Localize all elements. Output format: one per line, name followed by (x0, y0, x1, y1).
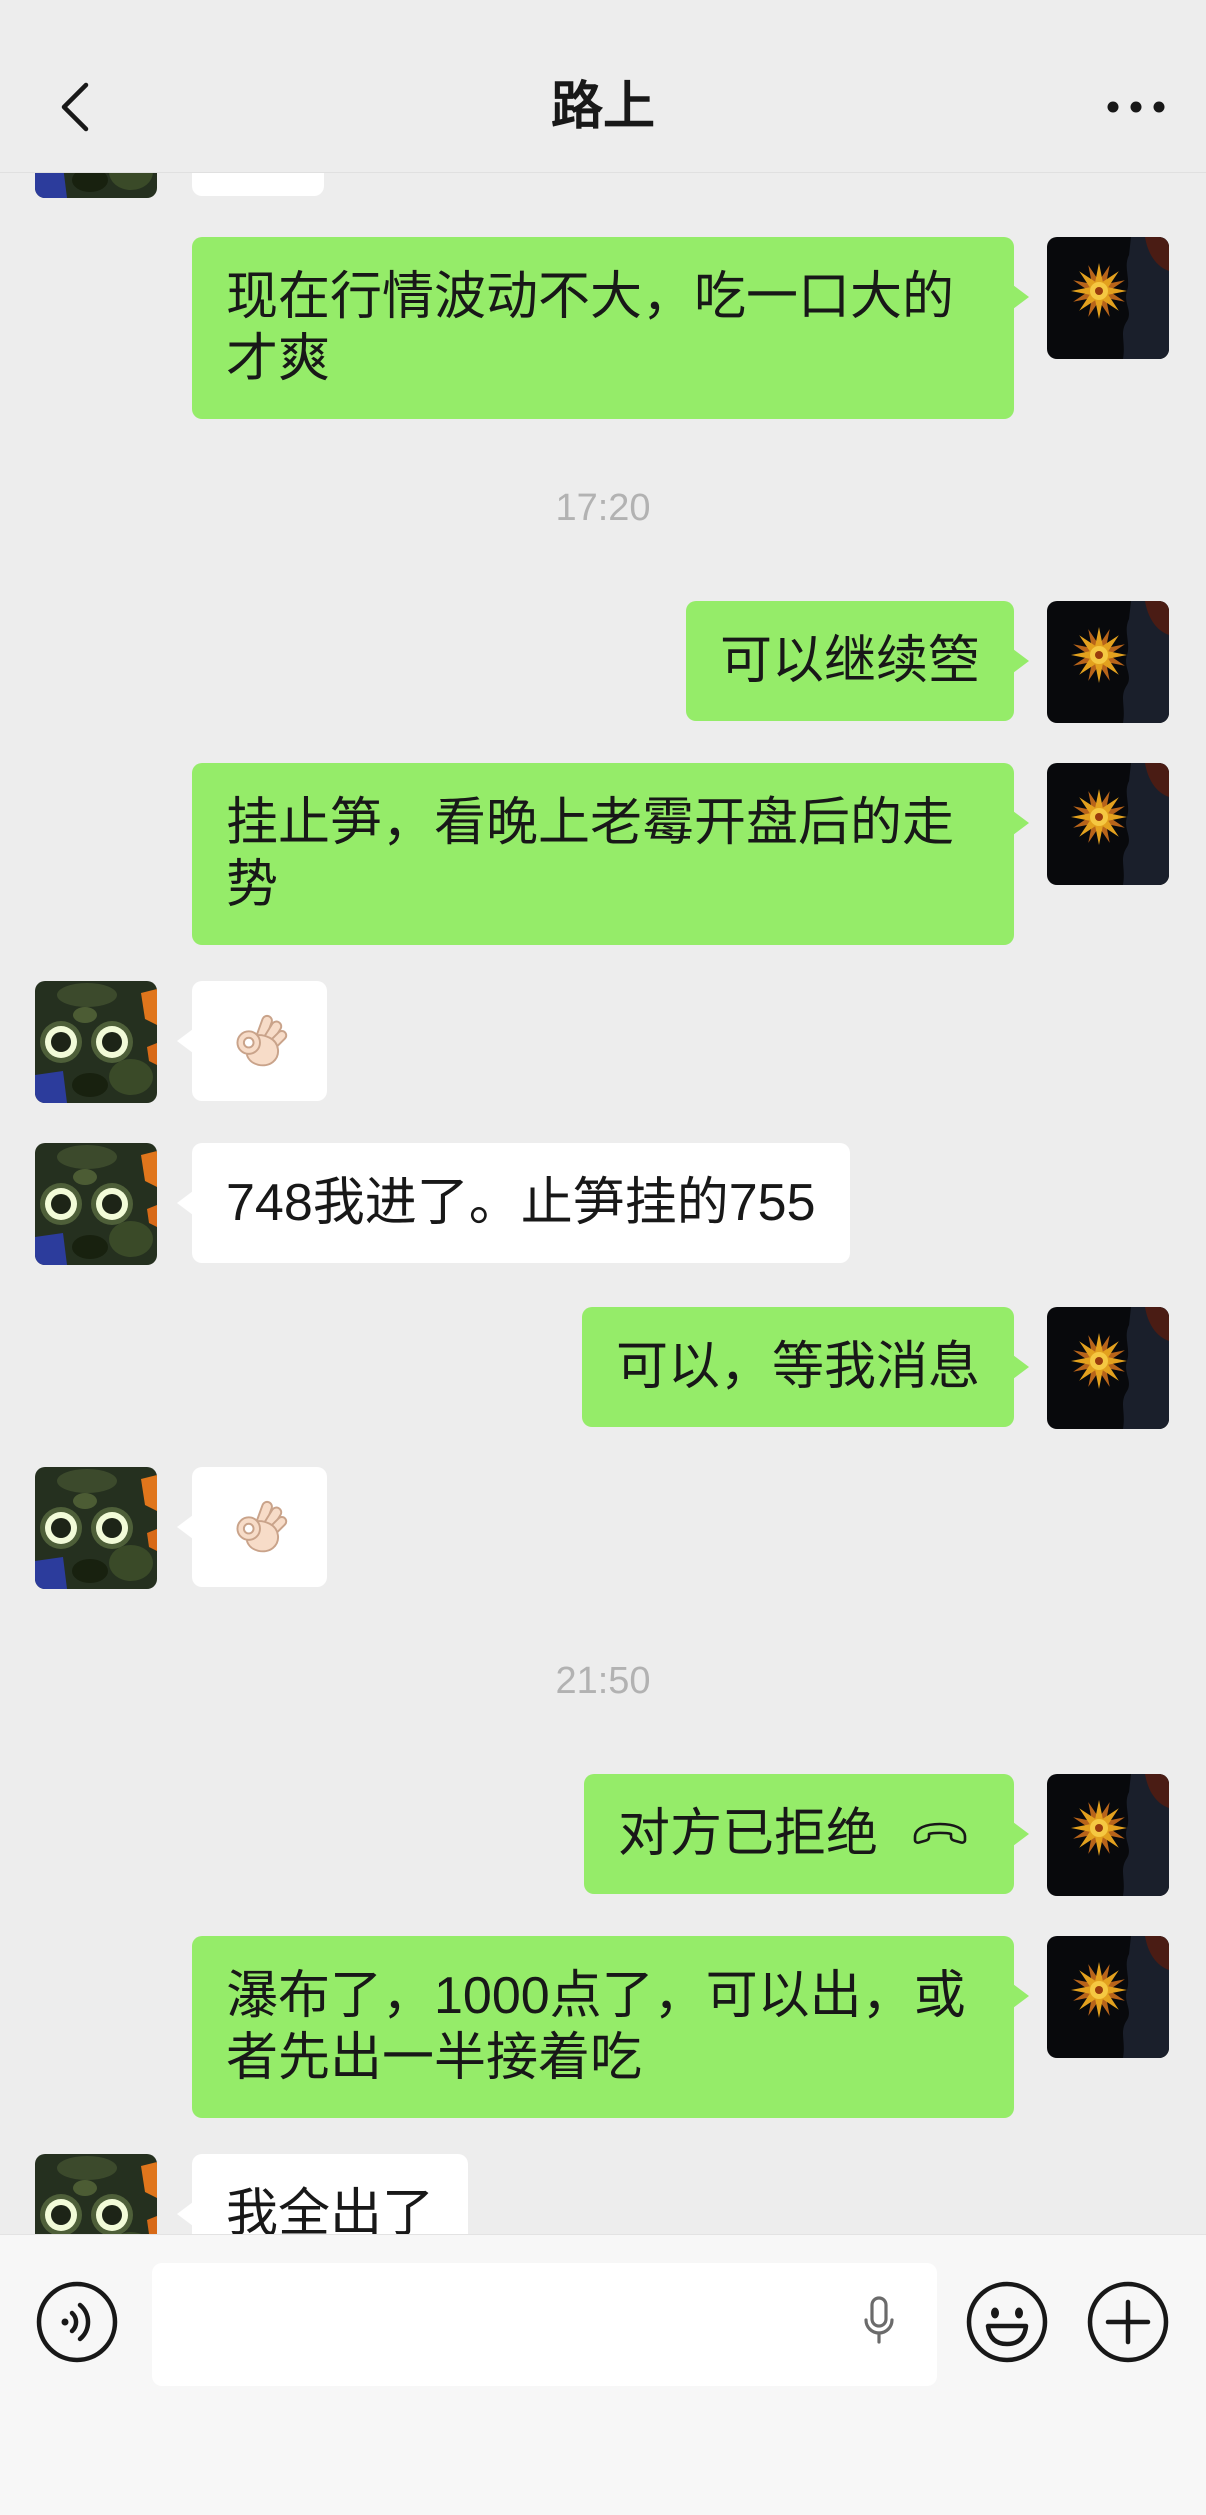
phone-hangup-icon (910, 1819, 970, 1849)
message-text: 现在行情波动不大，吃一口大的才爽 (226, 268, 955, 388)
my-avatar[interactable] (1047, 237, 1169, 359)
input-bar (0, 2234, 1206, 2515)
message-bubble[interactable]: 可以，等我消息 (581, 1307, 1030, 1427)
microphone-icon[interactable] (859, 2292, 899, 2352)
message-text: 可以，等我消息 (615, 1338, 980, 1396)
message-row: 我全出了 (0, 2154, 1206, 2234)
nav-bar: 路上 (0, 0, 1206, 173)
ok-hand-emoji-icon (231, 1012, 289, 1070)
timestamp: 17:20 (555, 487, 651, 529)
message-bubble[interactable]: 可以继续箜 (685, 601, 1030, 721)
contact-avatar[interactable] (35, 1467, 157, 1589)
message-row (0, 981, 1206, 982)
timestamp: 21:50 (555, 1660, 651, 1702)
emoji-message-bubble[interactable] (177, 981, 327, 1101)
more-dots-icon[interactable] (1105, 97, 1167, 117)
message-row: 可以，等我消息 (0, 1307, 1206, 1308)
message-text: 瀑布了，1000点了，可以出，或者先出一半接着吃 (226, 1967, 966, 2087)
my-avatar[interactable] (1047, 763, 1169, 885)
message-row: 挂止笋，看晚上老霉开盘后的走势 (0, 763, 1206, 945)
message-row: 对方已拒绝 (0, 1774, 1206, 1775)
ok-hand-emoji-icon (231, 1498, 289, 1556)
chat-message-list[interactable]: 现在行情波动不大，吃一口大的才爽 17:20 可以继续箜 挂止笋，看晚上老霉开盘… (0, 0, 1206, 2234)
call-status-text: 对方已拒绝 (617, 1805, 878, 1863)
voice-input-icon[interactable] (35, 2280, 119, 2364)
contact-avatar[interactable] (35, 1143, 157, 1265)
my-avatar[interactable] (1047, 1936, 1169, 2058)
message-text: 我全出了 (226, 2185, 435, 2234)
message-row: 现在行情波动不大，吃一口大的才爽 (0, 237, 1206, 419)
message-input[interactable] (152, 2263, 937, 2386)
call-status-bubble[interactable]: 对方已拒绝 (583, 1774, 1030, 1894)
emoji-message-bubble[interactable] (177, 1467, 327, 1587)
message-row: 可以继续箜 (0, 601, 1206, 602)
chat-title: 路上 (550, 78, 655, 136)
message-row: 瀑布了，1000点了，可以出，或者先出一半接着吃 (0, 1936, 1206, 2118)
message-bubble[interactable]: 瀑布了，1000点了，可以出，或者先出一半接着吃 (192, 1936, 1029, 2118)
emoji-face-icon[interactable] (965, 2280, 1049, 2364)
contact-avatar[interactable] (35, 2154, 157, 2234)
message-row (0, 1467, 1206, 1468)
my-avatar[interactable] (1047, 601, 1169, 723)
message-bubble[interactable]: 我全出了 (176, 2154, 469, 2234)
contact-avatar[interactable] (35, 981, 157, 1103)
message-text: 可以继续箜 (719, 632, 980, 690)
my-avatar[interactable] (1047, 1774, 1169, 1896)
message-bubble[interactable]: 现在行情波动不大，吃一口大的才爽 (192, 237, 1029, 419)
message-bubble[interactable]: 748我进了。止笋挂的755 (177, 1143, 850, 1263)
message-bubble[interactable]: 挂止笋，看晚上老霉开盘后的走势 (192, 763, 1029, 945)
message-text: 挂止笋，看晚上老霉开盘后的走势 (226, 794, 955, 914)
message-text: 748我进了。止笋挂的755 (226, 1174, 816, 1232)
my-avatar[interactable] (1047, 1307, 1169, 1429)
plus-circle-icon[interactable] (1086, 2280, 1170, 2364)
message-row: 748我进了。止笋挂的755 (0, 1143, 1206, 1144)
